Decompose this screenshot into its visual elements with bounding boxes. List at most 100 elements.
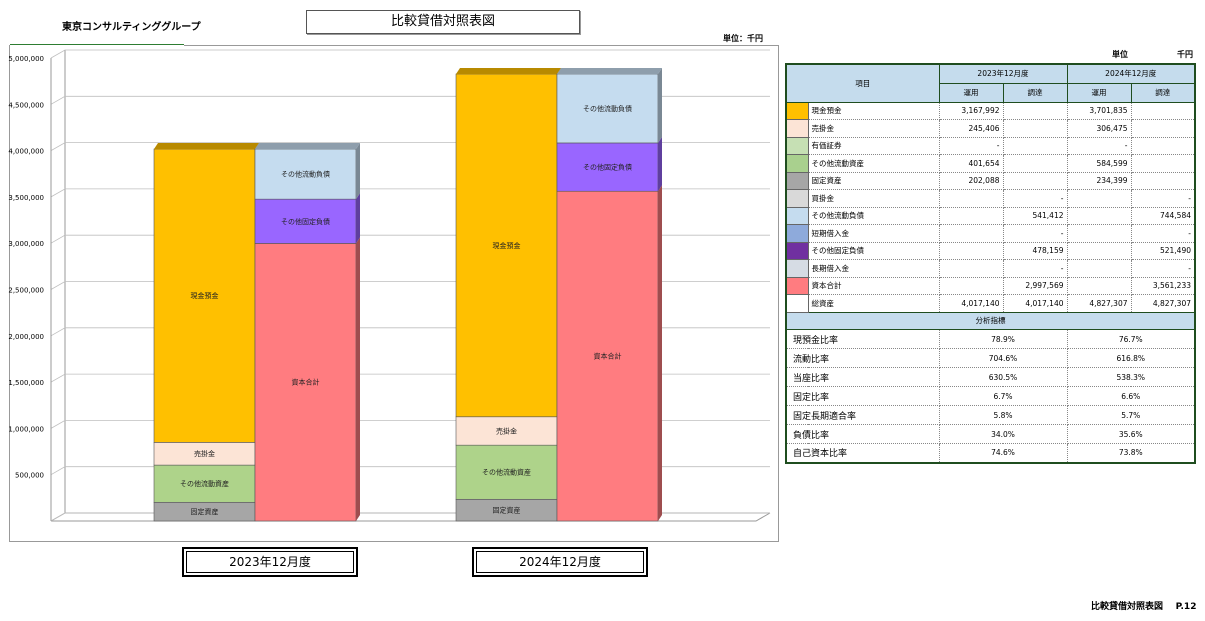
- value-cell: [1130, 101, 1196, 120]
- value-cell: 202,088: [938, 171, 1004, 190]
- table-row: 有価証券 - -: [785, 136, 1196, 155]
- bar-top: [456, 67, 561, 74]
- legend-swatch: [785, 171, 809, 190]
- bar-top: [557, 67, 662, 74]
- legend-swatch: [785, 154, 809, 173]
- footer-title: 比較貸借対照表図: [1091, 602, 1164, 612]
- bar-side: [658, 67, 662, 143]
- value-cell: 4,017,140: [938, 294, 1004, 313]
- ratio-row: 負債比率 34.0% 35.6%: [785, 424, 1196, 444]
- value-cell: 584,599: [1066, 154, 1132, 173]
- ratio-value: 73.8%: [1066, 443, 1196, 463]
- y-tick-label: 3,500,000: [8, 194, 44, 202]
- y-tick-label: 500,000: [15, 472, 44, 480]
- row-label: 短期借入金: [807, 224, 940, 243]
- table-row: 長期借入金 - -: [785, 259, 1196, 278]
- ratio-label: 自己資本比率: [785, 443, 940, 463]
- value-cell: [1066, 276, 1132, 295]
- bar-side: [658, 136, 662, 192]
- ratio-label: 現預金比率: [785, 329, 940, 349]
- value-cell: [938, 189, 1004, 208]
- row-label: 資本合計: [807, 276, 940, 295]
- value-cell: -: [1130, 224, 1196, 243]
- ratio-value: 35.6%: [1066, 424, 1196, 444]
- y-tick-label: 4,000,000: [8, 148, 44, 156]
- ratio-row: 当座比率 630.5% 538.3%: [785, 367, 1196, 387]
- table-row: その他固定負債 478,159 521,490: [785, 241, 1196, 260]
- value-cell: 541,412: [1002, 206, 1068, 225]
- legend-swatch: [785, 119, 809, 138]
- bar-side: [356, 237, 360, 521]
- analysis-header-row: 分析指標: [785, 311, 1196, 330]
- row-label: 現金預金: [807, 101, 940, 120]
- bar-label: その他固定負債: [281, 217, 330, 226]
- row-label: その他流動負債: [807, 206, 940, 225]
- category-label-2023: 2023年12月度: [229, 555, 311, 569]
- value-cell: [1130, 154, 1196, 173]
- row-label: 売掛金: [807, 119, 940, 138]
- value-cell: [938, 259, 1004, 278]
- value-cell: -: [1002, 189, 1068, 208]
- bar-label: 売掛金: [194, 449, 215, 458]
- ratio-value: 704.6%: [938, 348, 1068, 368]
- y-tick-label: 4,500,000: [8, 101, 44, 109]
- page-number: P.12: [1175, 602, 1197, 612]
- bar-label: 現金預金: [191, 291, 219, 300]
- table-header-row: 項目 2023年12月度 2024年12月度: [785, 63, 1196, 103]
- value-cell: [1002, 136, 1068, 155]
- category-label-2024: 2024年12月度: [519, 555, 601, 569]
- legend-swatch: [785, 294, 809, 313]
- ratio-value: 616.8%: [1066, 348, 1196, 368]
- value-cell: [1002, 119, 1068, 138]
- category-label-box: 2024年12月度: [472, 547, 648, 577]
- value-cell: -: [938, 136, 1004, 155]
- bar-label: 固定資産: [191, 507, 219, 516]
- bar-label: その他流動負債: [583, 104, 632, 113]
- ratio-label: 負債比率: [785, 424, 940, 444]
- y-tick-label: 2,000,000: [8, 333, 44, 341]
- bar-top: [255, 143, 360, 150]
- table-row: その他流動資産 401,654 584,599: [785, 154, 1196, 173]
- value-cell: [1002, 154, 1068, 173]
- item-header: 項目: [785, 63, 940, 103]
- value-cell: -: [1002, 259, 1068, 278]
- value-cell: -: [1002, 224, 1068, 243]
- ratio-label: 固定長期適合率: [785, 405, 940, 425]
- legend-swatch: [785, 224, 809, 243]
- bar-label: その他流動資産: [180, 479, 229, 488]
- ratio-label: 固定比率: [785, 386, 940, 406]
- row-label: 有価証券: [807, 136, 940, 155]
- footer: 比較貸借対照表図 P.12: [1091, 599, 1196, 612]
- gridline: [50, 95, 770, 105]
- y-tick-label: 5,000,000: [8, 55, 44, 63]
- table-row: その他流動負債 541,412 744,584: [785, 206, 1196, 225]
- value-cell: -: [1130, 189, 1196, 208]
- bar-label: 資本合計: [292, 378, 320, 387]
- balance-sheet-table: 項目 2023年12月度 2024年12月度 運用 調達 運用 調達 現金預金 3…: [785, 63, 1196, 464]
- ratio-value: 78.9%: [938, 329, 1068, 349]
- sub-header: 運用: [1066, 82, 1132, 103]
- period-header-2023: 2023年12月度: [938, 63, 1068, 84]
- ratio-value: 34.0%: [938, 424, 1068, 444]
- value-cell: [938, 206, 1004, 225]
- table-row: 短期借入金 - -: [785, 224, 1196, 243]
- ratio-value: 74.6%: [938, 443, 1068, 463]
- bar-side: [356, 193, 360, 244]
- table-row: 買掛金 - -: [785, 189, 1196, 208]
- legend-swatch: [785, 276, 809, 295]
- legend-swatch: [785, 259, 809, 278]
- value-cell: [1066, 206, 1132, 225]
- sub-header: 調達: [1002, 82, 1068, 103]
- analysis-header: 分析指標: [785, 311, 1196, 330]
- value-cell: [1066, 259, 1132, 278]
- y-tick-label: 3,000,000: [8, 240, 44, 248]
- value-cell: [938, 241, 1004, 260]
- value-cell: [1130, 136, 1196, 155]
- value-cell: 478,159: [1002, 241, 1068, 260]
- legend-swatch: [785, 206, 809, 225]
- value-cell: 744,584: [1130, 206, 1196, 225]
- row-label: 総資産: [807, 294, 940, 313]
- ratio-value: 76.7%: [1066, 329, 1196, 349]
- gridline: [50, 49, 770, 59]
- ratio-row: 固定比率 6.7% 6.6%: [785, 386, 1196, 406]
